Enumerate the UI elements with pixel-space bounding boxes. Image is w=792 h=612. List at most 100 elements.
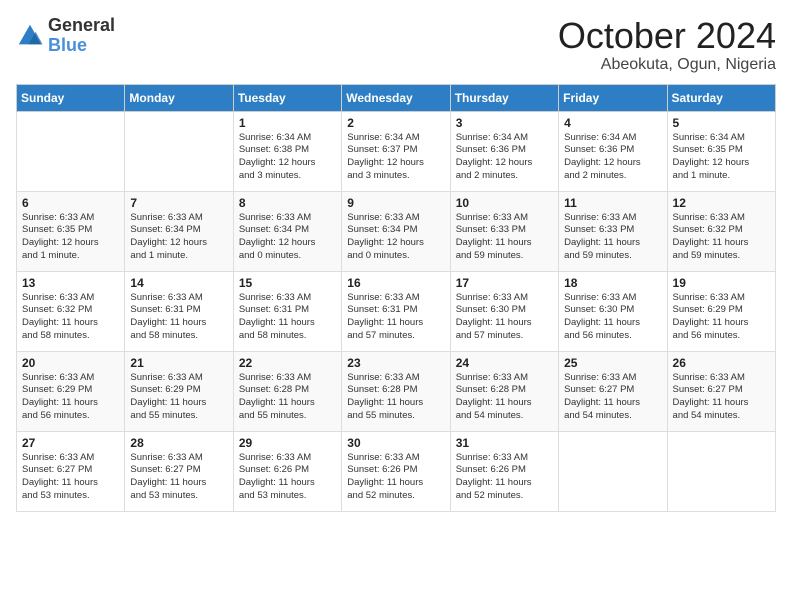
day-info: Sunrise: 6:33 AM Sunset: 6:35 PM Dayligh…	[22, 212, 119, 263]
day-number: 21	[130, 356, 227, 370]
calendar-cell	[125, 111, 233, 191]
day-info: Sunrise: 6:33 AM Sunset: 6:30 PM Dayligh…	[456, 292, 553, 343]
day-number: 26	[673, 356, 770, 370]
day-number: 30	[347, 436, 444, 450]
calendar-cell: 30 Sunrise: 6:33 AM Sunset: 6:26 PM Dayli…	[342, 431, 450, 511]
day-number: 22	[239, 356, 336, 370]
day-number: 25	[564, 356, 661, 370]
calendar-cell: 12 Sunrise: 6:33 AM Sunset: 6:32 PM Dayli…	[667, 191, 775, 271]
day-number: 3	[456, 116, 553, 130]
day-number: 6	[22, 196, 119, 210]
calendar-week-row: 13 Sunrise: 6:33 AM Sunset: 6:32 PM Dayli…	[17, 271, 776, 351]
calendar-cell: 29 Sunrise: 6:33 AM Sunset: 6:26 PM Dayli…	[233, 431, 341, 511]
calendar-cell: 28 Sunrise: 6:33 AM Sunset: 6:27 PM Dayli…	[125, 431, 233, 511]
day-info: Sunrise: 6:33 AM Sunset: 6:32 PM Dayligh…	[22, 292, 119, 343]
weekday-header-friday: Friday	[559, 84, 667, 111]
month-title: October 2024	[558, 16, 776, 56]
day-info: Sunrise: 6:33 AM Sunset: 6:28 PM Dayligh…	[239, 372, 336, 423]
weekday-header-monday: Monday	[125, 84, 233, 111]
day-info: Sunrise: 6:34 AM Sunset: 6:35 PM Dayligh…	[673, 132, 770, 183]
day-number: 15	[239, 276, 336, 290]
day-number: 27	[22, 436, 119, 450]
day-info: Sunrise: 6:33 AM Sunset: 6:30 PM Dayligh…	[564, 292, 661, 343]
day-number: 10	[456, 196, 553, 210]
day-info: Sunrise: 6:33 AM Sunset: 6:27 PM Dayligh…	[673, 372, 770, 423]
day-info: Sunrise: 6:34 AM Sunset: 6:38 PM Dayligh…	[239, 132, 336, 183]
day-info: Sunrise: 6:33 AM Sunset: 6:33 PM Dayligh…	[564, 212, 661, 263]
calendar-cell: 15 Sunrise: 6:33 AM Sunset: 6:31 PM Dayli…	[233, 271, 341, 351]
calendar-week-row: 1 Sunrise: 6:34 AM Sunset: 6:38 PM Daylig…	[17, 111, 776, 191]
calendar-cell: 24Sunrise: 6:33 AM Sunset: 6:28 PM Dayli…	[450, 351, 558, 431]
day-info: Sunrise: 6:33 AM Sunset: 6:32 PM Dayligh…	[673, 212, 770, 263]
calendar-cell: 4Sunrise: 6:34 AM Sunset: 6:36 PM Daylig…	[559, 111, 667, 191]
day-info: Sunrise: 6:33 AM Sunset: 6:27 PM Dayligh…	[130, 452, 227, 503]
calendar-cell: 20 Sunrise: 6:33 AM Sunset: 6:29 PM Dayli…	[17, 351, 125, 431]
calendar-cell: 16Sunrise: 6:33 AM Sunset: 6:31 PM Dayli…	[342, 271, 450, 351]
calendar-cell: 6 Sunrise: 6:33 AM Sunset: 6:35 PM Daylig…	[17, 191, 125, 271]
day-info: Sunrise: 6:33 AM Sunset: 6:29 PM Dayligh…	[130, 372, 227, 423]
location-title: Abeokuta, Ogun, Nigeria	[558, 56, 776, 74]
weekday-header-sunday: Sunday	[17, 84, 125, 111]
day-number: 28	[130, 436, 227, 450]
day-number: 24	[456, 356, 553, 370]
day-number: 12	[673, 196, 770, 210]
title-block: October 2024 Abeokuta, Ogun, Nigeria	[558, 16, 776, 74]
day-info: Sunrise: 6:33 AM Sunset: 6:26 PM Dayligh…	[347, 452, 444, 503]
day-info: Sunrise: 6:33 AM Sunset: 6:31 PM Dayligh…	[239, 292, 336, 343]
calendar-cell: 1 Sunrise: 6:34 AM Sunset: 6:38 PM Daylig…	[233, 111, 341, 191]
day-number: 16	[347, 276, 444, 290]
day-info: Sunrise: 6:33 AM Sunset: 6:27 PM Dayligh…	[22, 452, 119, 503]
day-number: 9	[347, 196, 444, 210]
day-number: 2	[347, 116, 444, 130]
day-info: Sunrise: 6:34 AM Sunset: 6:36 PM Dayligh…	[564, 132, 661, 183]
calendar-cell: 19Sunrise: 6:33 AM Sunset: 6:29 PM Dayli…	[667, 271, 775, 351]
calendar-cell: 23Sunrise: 6:33 AM Sunset: 6:28 PM Dayli…	[342, 351, 450, 431]
page-header: General Blue October 2024 Abeokuta, Ogun…	[16, 16, 776, 74]
calendar-cell: 2 Sunrise: 6:34 AM Sunset: 6:37 PM Daylig…	[342, 111, 450, 191]
calendar-cell: 10 Sunrise: 6:33 AM Sunset: 6:33 PM Dayli…	[450, 191, 558, 271]
day-number: 20	[22, 356, 119, 370]
calendar-cell: 26 Sunrise: 6:33 AM Sunset: 6:27 PM Dayli…	[667, 351, 775, 431]
day-number: 11	[564, 196, 661, 210]
calendar-cell: 5 Sunrise: 6:34 AM Sunset: 6:35 PM Daylig…	[667, 111, 775, 191]
day-info: Sunrise: 6:33 AM Sunset: 6:34 PM Dayligh…	[130, 212, 227, 263]
day-info: Sunrise: 6:33 AM Sunset: 6:26 PM Dayligh…	[456, 452, 553, 503]
day-info: Sunrise: 6:33 AM Sunset: 6:27 PM Dayligh…	[564, 372, 661, 423]
day-number: 19	[673, 276, 770, 290]
weekday-header-tuesday: Tuesday	[233, 84, 341, 111]
day-number: 5	[673, 116, 770, 130]
day-info: Sunrise: 6:34 AM Sunset: 6:36 PM Dayligh…	[456, 132, 553, 183]
day-info: Sunrise: 6:33 AM Sunset: 6:33 PM Dayligh…	[456, 212, 553, 263]
calendar-cell	[17, 111, 125, 191]
calendar-cell: 25 Sunrise: 6:33 AM Sunset: 6:27 PM Dayli…	[559, 351, 667, 431]
calendar-header-row: SundayMondayTuesdayWednesdayThursdayFrid…	[17, 84, 776, 111]
day-info: Sunrise: 6:33 AM Sunset: 6:28 PM Dayligh…	[347, 372, 444, 423]
day-info: Sunrise: 6:33 AM Sunset: 6:34 PM Dayligh…	[347, 212, 444, 263]
logo-general: General Blue	[48, 16, 115, 56]
calendar-cell: 27 Sunrise: 6:33 AM Sunset: 6:27 PM Dayli…	[17, 431, 125, 511]
day-number: 31	[456, 436, 553, 450]
calendar-cell	[559, 431, 667, 511]
calendar-cell: 22 Sunrise: 6:33 AM Sunset: 6:28 PM Dayli…	[233, 351, 341, 431]
day-info: Sunrise: 6:34 AM Sunset: 6:37 PM Dayligh…	[347, 132, 444, 183]
logo: General Blue	[16, 16, 115, 56]
day-number: 18	[564, 276, 661, 290]
weekday-header-saturday: Saturday	[667, 84, 775, 111]
calendar-cell: 17 Sunrise: 6:33 AM Sunset: 6:30 PM Dayli…	[450, 271, 558, 351]
calendar-table: SundayMondayTuesdayWednesdayThursdayFrid…	[16, 84, 776, 512]
logo-icon	[16, 22, 44, 50]
weekday-header-wednesday: Wednesday	[342, 84, 450, 111]
calendar-cell: 7Sunrise: 6:33 AM Sunset: 6:34 PM Daylig…	[125, 191, 233, 271]
calendar-cell: 13 Sunrise: 6:33 AM Sunset: 6:32 PM Dayli…	[17, 271, 125, 351]
calendar-cell	[667, 431, 775, 511]
calendar-cell: 8Sunrise: 6:33 AM Sunset: 6:34 PM Daylig…	[233, 191, 341, 271]
day-number: 14	[130, 276, 227, 290]
day-number: 17	[456, 276, 553, 290]
day-info: Sunrise: 6:33 AM Sunset: 6:29 PM Dayligh…	[22, 372, 119, 423]
calendar-cell: 3 Sunrise: 6:34 AM Sunset: 6:36 PM Daylig…	[450, 111, 558, 191]
day-number: 1	[239, 116, 336, 130]
day-number: 13	[22, 276, 119, 290]
day-number: 29	[239, 436, 336, 450]
day-info: Sunrise: 6:33 AM Sunset: 6:26 PM Dayligh…	[239, 452, 336, 503]
weekday-header-thursday: Thursday	[450, 84, 558, 111]
